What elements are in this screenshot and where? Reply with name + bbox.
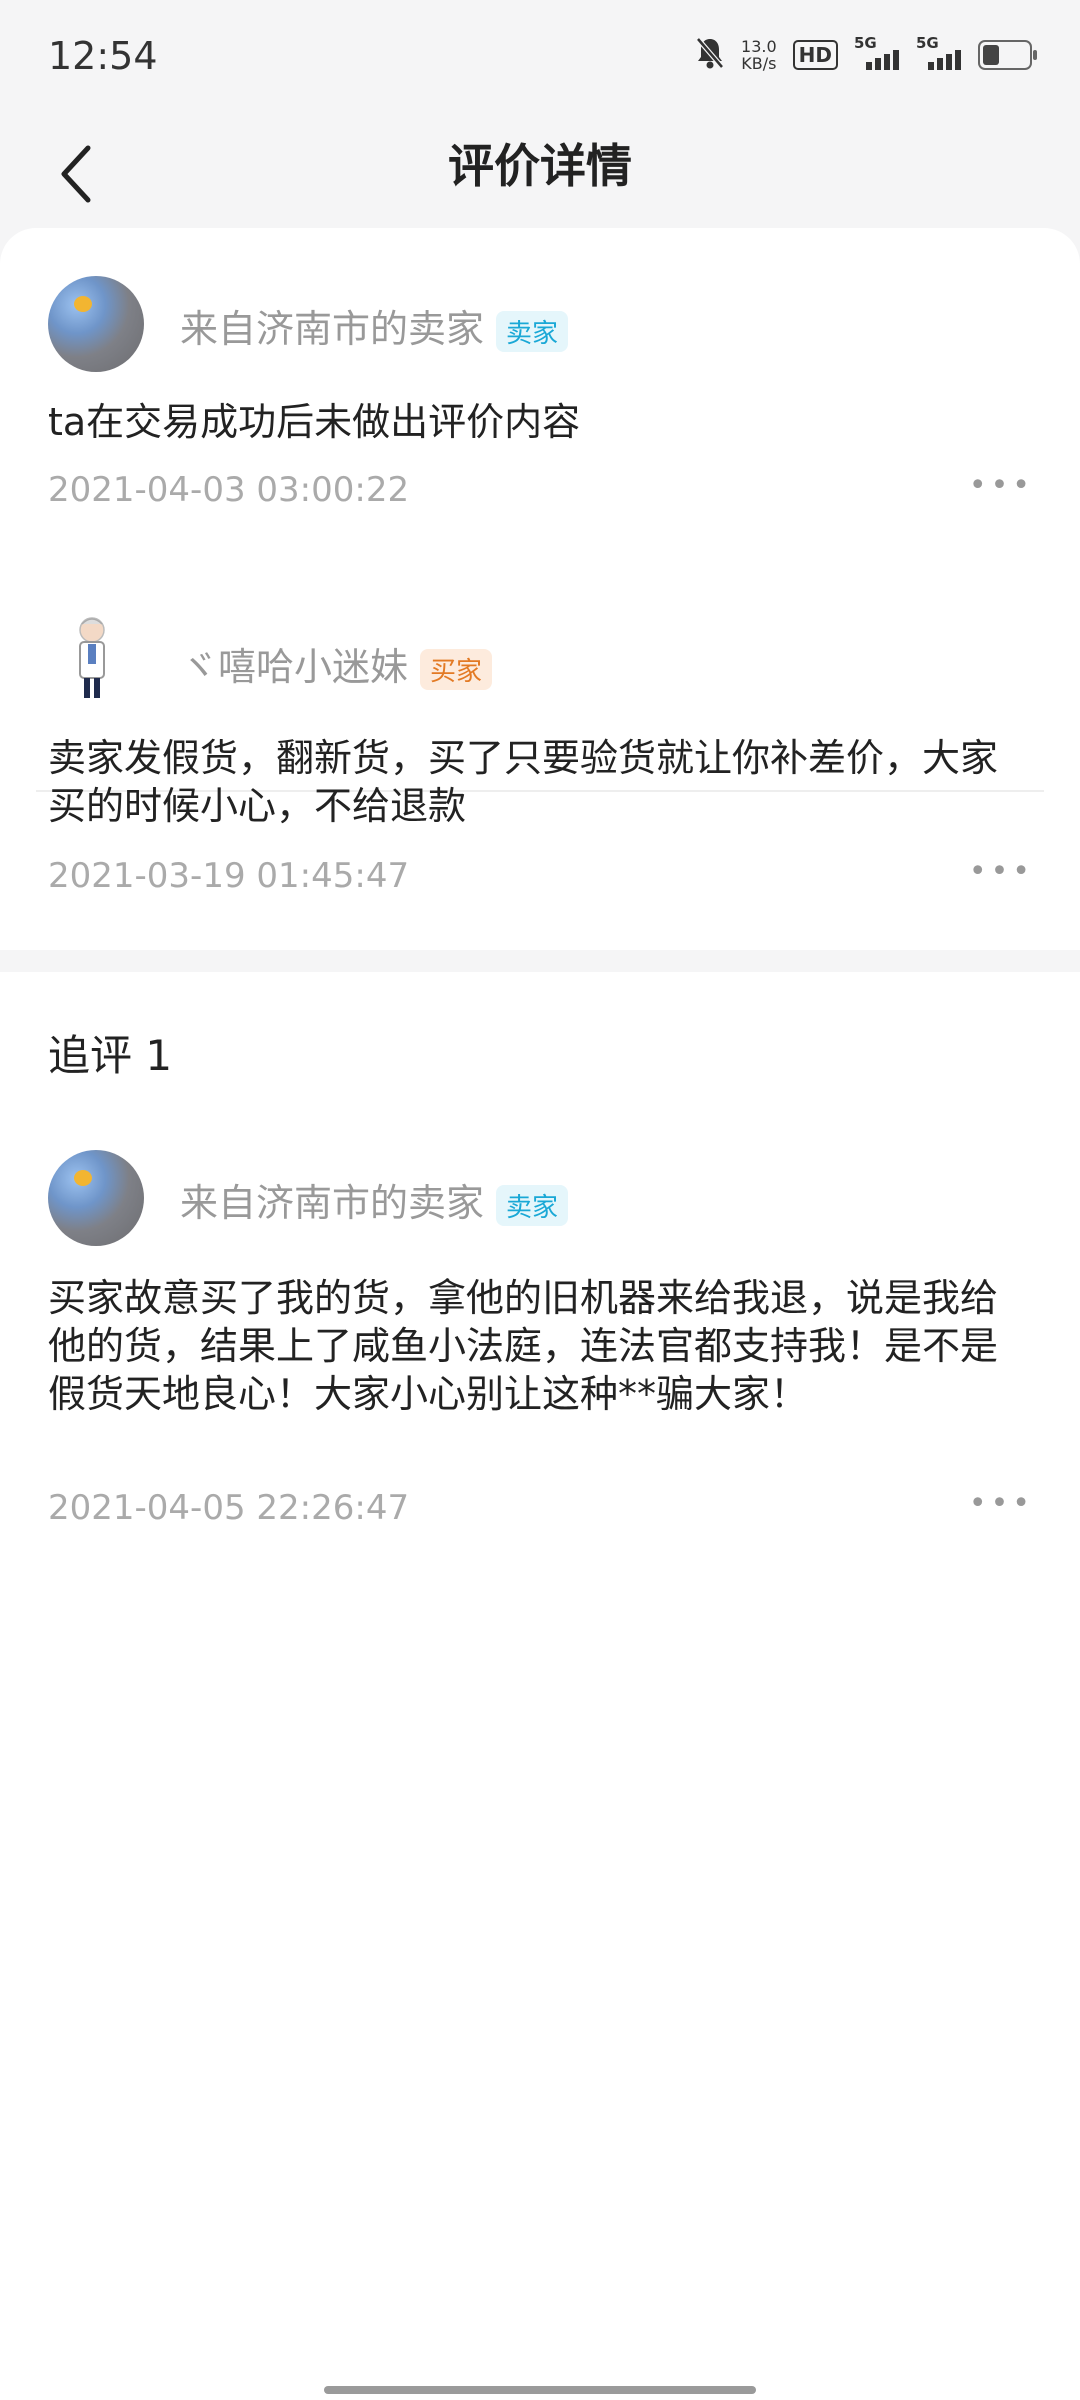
hd-icon: HD [792,40,838,70]
seller-tag: 卖家 [496,1185,569,1226]
network-type-label: 5G [916,34,939,52]
avatar[interactable] [44,608,140,704]
battery-icon [978,40,1037,70]
network-type-label: 5G [854,34,877,52]
followup-title: 追评 1 [48,1031,173,1080]
network-speed-value: 13.0 [741,37,777,56]
network-speed: 13.0 KB/s [741,38,777,72]
avatar[interactable] [48,276,144,372]
more-options-button[interactable]: ••• [969,854,1034,889]
home-indicator[interactable] [324,2386,756,2394]
review-date: 2021-04-05 22:26:47 [48,1488,410,1528]
network-speed-unit: KB/s [741,54,777,73]
review-content: 买家故意买了我的货，拿他的旧机器来给我退，说是我给他的货，结果上了咸鱼小法庭，连… [48,1276,999,1416]
signal-icon: 5G [854,34,900,72]
more-options-button[interactable]: ••• [969,1486,1034,1521]
review-content: 卖家发假货，翻新货，买了只要验货就让你补差价，大家买的时候小心，不给退款 [48,736,999,828]
review-date: 2021-04-03 03:00:22 [48,470,410,510]
buyer-tag: 买家 [420,649,493,690]
review-username[interactable]: 来自济南市的卖家 卖家 [180,298,569,353]
reviews-card: 来自济南市的卖家 卖家 ta在交易成功后未做出评价内容 2021-04-03 03… [0,228,1080,950]
doctor-avatar-icon [79,617,105,698]
seller-tag: 卖家 [496,311,569,352]
more-options-button[interactable]: ••• [969,468,1034,503]
page-title: 评价详情 [448,139,632,193]
review-username[interactable]: ヾ嘻哈小迷妹 买家 [180,636,493,691]
section-gap [0,950,1080,972]
status-icons: 13.0 KB/s HD 5G 5G [695,34,1037,74]
status-time: 12:54 [48,34,158,78]
review-date: 2021-03-19 01:45:47 [48,856,410,896]
avatar[interactable] [48,1150,144,1246]
username-label[interactable]: 来自济南市的卖家 [180,1181,484,1225]
status-bar: 12:54 13.0 KB/s HD 5G 5G [0,0,1080,118]
review-username[interactable]: 来自济南市的卖家 卖家 [180,1172,569,1227]
signal-icon: 5G [916,34,962,72]
username-label[interactable]: 来自济南市的卖家 [180,307,484,351]
bell-off-icon [695,36,725,74]
username-label[interactable]: ヾ嘻哈小迷妹 [180,645,408,689]
review-content: ta在交易成功后未做出评价内容 [48,400,581,444]
followup-section: 追评 1 来自济南市的卖家 卖家 买家故意买了我的货，拿他的旧机器来给我退，说是我… [0,972,1080,2400]
